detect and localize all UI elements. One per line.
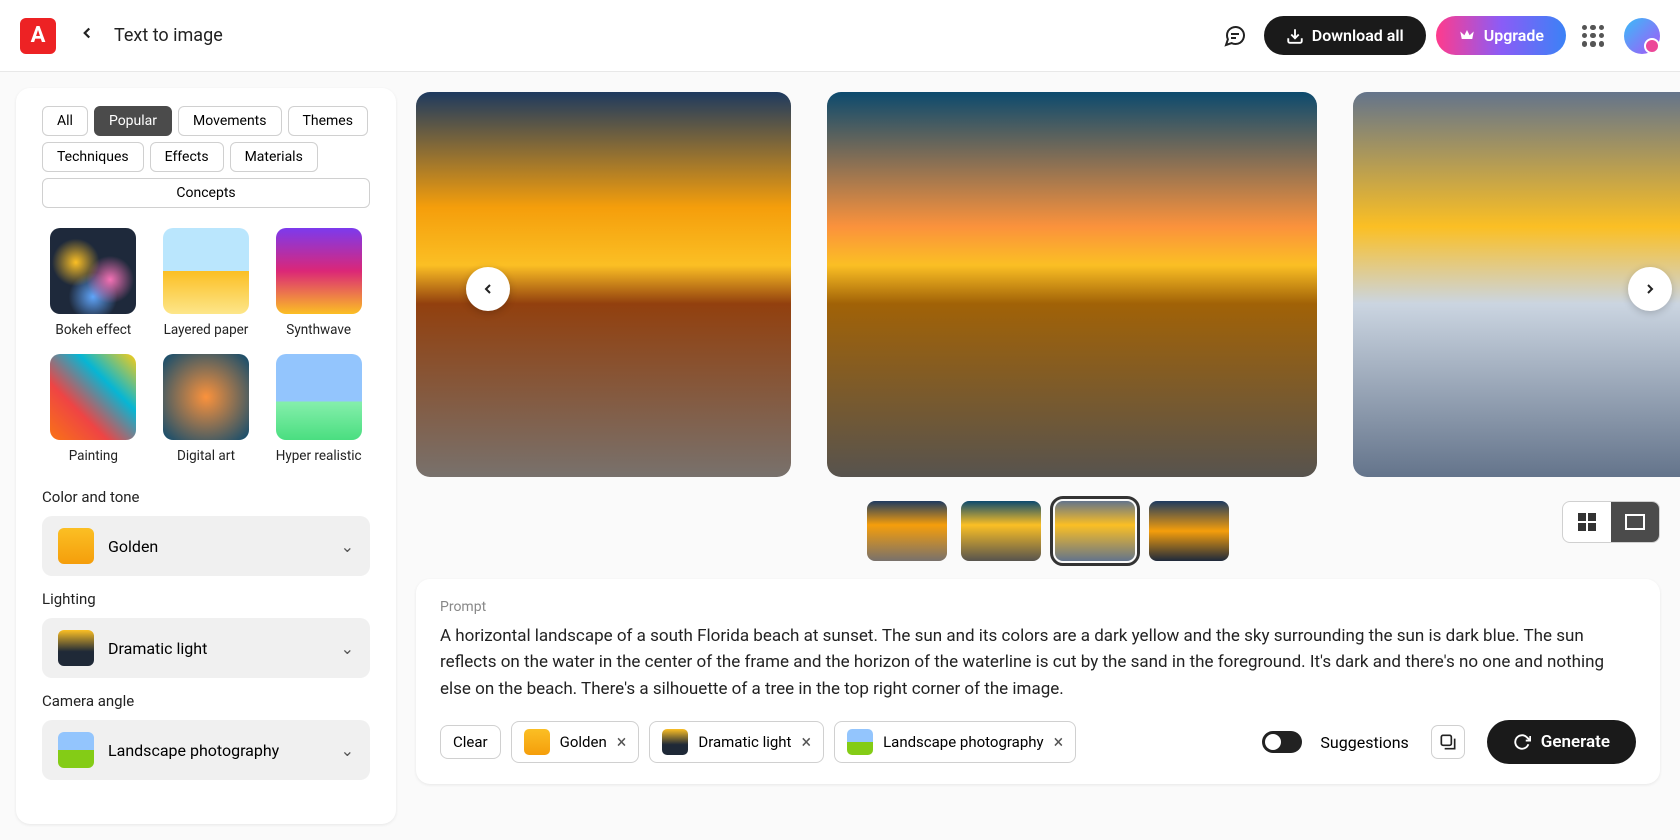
style-bokeh[interactable]: Bokeh effect [42, 228, 145, 338]
style-synthwave[interactable]: Synthwave [267, 228, 370, 338]
clear-button[interactable]: Clear [440, 725, 501, 759]
chevron-left-icon [480, 281, 496, 297]
view-grid-button[interactable] [1563, 502, 1611, 542]
suggestions-toggle[interactable] [1262, 731, 1302, 753]
view-single-button[interactable] [1611, 502, 1659, 542]
filter-themes[interactable]: Themes [288, 106, 368, 136]
download-icon [1286, 27, 1304, 45]
generate-button[interactable]: Generate [1487, 720, 1636, 764]
chevron-right-icon [1642, 281, 1658, 297]
thumbnail-row [416, 501, 1680, 561]
style-painting[interactable]: Painting [42, 354, 145, 464]
view-toggle [1562, 501, 1660, 543]
filter-concepts[interactable]: Concepts [42, 178, 370, 208]
header: A Text to image Download all Upgrade [0, 0, 1680, 72]
camera-label: Camera angle [42, 692, 370, 710]
chevron-down-icon: ⌄ [341, 741, 354, 760]
chevron-down-icon: ⌄ [341, 639, 354, 658]
close-icon[interactable]: × [801, 732, 811, 753]
filter-effects[interactable]: Effects [150, 142, 224, 172]
single-icon [1625, 514, 1645, 530]
back-icon[interactable] [78, 23, 96, 48]
page-title: Text to image [114, 25, 223, 46]
gallery-prev-button[interactable] [466, 267, 510, 311]
filter-popular[interactable]: Popular [94, 106, 172, 136]
grid-icon [1578, 513, 1596, 531]
filter-all[interactable]: All [42, 106, 88, 136]
upgrade-button[interactable]: Upgrade [1436, 16, 1566, 55]
tag-golden[interactable]: Golden× [511, 721, 640, 763]
comment-icon[interactable] [1216, 17, 1254, 55]
lighting-label: Lighting [42, 590, 370, 608]
apps-icon[interactable] [1574, 17, 1612, 55]
lighting-dropdown[interactable]: Dramatic light ⌄ [42, 618, 370, 678]
style-digital[interactable]: Digital art [155, 354, 258, 464]
thumbnail-4[interactable] [1149, 501, 1229, 561]
tag-dramatic[interactable]: Dramatic light× [649, 721, 824, 763]
style-hyper[interactable]: Hyper realistic [267, 354, 370, 464]
gallery-image-2[interactable] [827, 92, 1317, 477]
suggestions-label: Suggestions [1320, 733, 1408, 752]
style-layered[interactable]: Layered paper [155, 228, 258, 338]
chevron-down-icon: ⌄ [341, 537, 354, 556]
sidebar: All Popular Movements Themes Techniques … [16, 88, 396, 824]
filter-materials[interactable]: Materials [230, 142, 318, 172]
adobe-logo[interactable]: A [20, 18, 56, 54]
avatar[interactable] [1624, 18, 1660, 54]
thumbnail-1[interactable] [867, 501, 947, 561]
content: Prompt A horizontal landscape of a south… [396, 72, 1680, 840]
close-icon[interactable]: × [617, 732, 627, 753]
thumbnail-2[interactable] [961, 501, 1041, 561]
style-grid: Bokeh effect Layered paper Synthwave Pai… [42, 228, 370, 464]
prompt-text[interactable]: A horizontal landscape of a south Florid… [440, 623, 1636, 702]
thumbnail-3[interactable] [1055, 501, 1135, 561]
gallery-next-button[interactable] [1628, 267, 1672, 311]
camera-dropdown[interactable]: Landscape photography ⌄ [42, 720, 370, 780]
tag-landscape[interactable]: Landscape photography× [834, 721, 1076, 763]
close-icon[interactable]: × [1054, 732, 1064, 753]
filter-techniques[interactable]: Techniques [42, 142, 144, 172]
prompt-label: Prompt [440, 599, 1636, 615]
filter-tabs: All Popular Movements Themes Techniques … [42, 106, 370, 208]
color-tone-dropdown[interactable]: Golden ⌄ [42, 516, 370, 576]
color-tone-label: Color and tone [42, 488, 370, 506]
filter-movements[interactable]: Movements [178, 106, 281, 136]
refresh-icon [1513, 733, 1531, 751]
crown-icon [1458, 27, 1476, 45]
gallery [416, 92, 1680, 477]
download-all-button[interactable]: Download all [1264, 16, 1426, 55]
prompt-panel: Prompt A horizontal landscape of a south… [416, 579, 1660, 784]
enhance-icon[interactable] [1431, 725, 1465, 759]
